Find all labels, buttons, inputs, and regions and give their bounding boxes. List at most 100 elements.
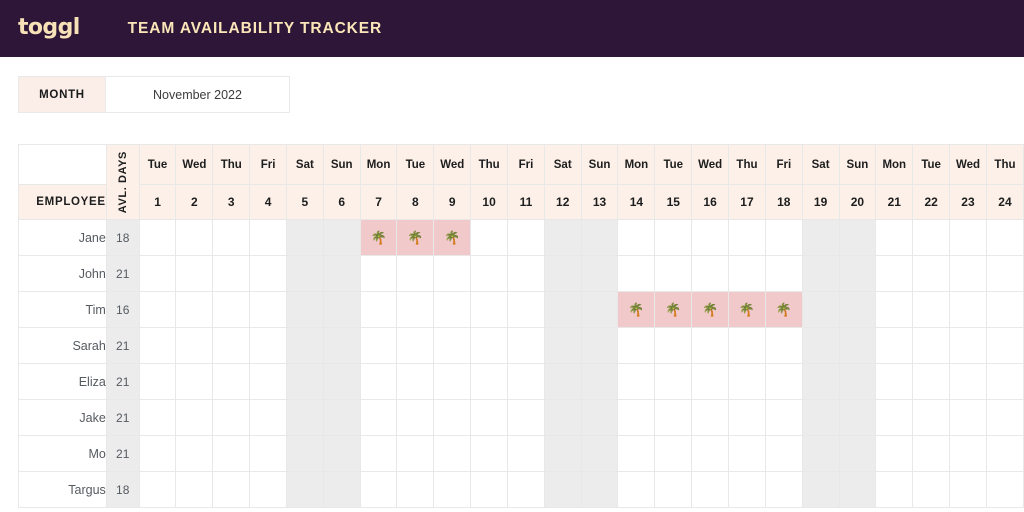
day-cell[interactable] [764, 435, 803, 472]
day-cell[interactable] [175, 471, 214, 508]
day-cell[interactable] [249, 435, 287, 472]
day-cell[interactable] [728, 363, 766, 400]
day-cell[interactable] [654, 435, 693, 472]
day-cell[interactable] [875, 327, 914, 364]
day-cell[interactable] [949, 435, 987, 472]
day-cell[interactable] [949, 399, 987, 436]
day-cell[interactable] [949, 327, 987, 364]
day-cell[interactable] [212, 471, 251, 508]
day-cell[interactable] [175, 327, 214, 364]
day-cell[interactable] [543, 255, 582, 292]
employee-name-cell[interactable]: John [18, 255, 107, 292]
day-cell[interactable] [212, 327, 251, 364]
day-cell[interactable] [691, 471, 730, 508]
day-cell[interactable] [543, 291, 582, 328]
day-cell[interactable] [617, 327, 656, 364]
day-cell[interactable] [985, 471, 1024, 508]
day-cell[interactable] [691, 327, 730, 364]
day-cell[interactable] [396, 291, 435, 328]
day-cell[interactable] [359, 399, 398, 436]
day-cell[interactable] [396, 435, 435, 472]
day-cell[interactable] [691, 435, 730, 472]
day-cell[interactable] [507, 399, 545, 436]
day-cell[interactable] [249, 399, 287, 436]
day-cell[interactable] [580, 435, 619, 472]
day-cell[interactable] [359, 291, 398, 328]
day-cell[interactable] [433, 435, 472, 472]
day-cell[interactable] [801, 471, 840, 508]
day-cell[interactable] [617, 399, 656, 436]
day-cell[interactable] [617, 219, 656, 256]
day-cell[interactable] [801, 291, 840, 328]
day-cell[interactable] [433, 471, 472, 508]
day-cell[interactable] [838, 399, 877, 436]
day-cell[interactable] [580, 399, 619, 436]
day-cell[interactable] [212, 291, 251, 328]
day-cell[interactable] [138, 435, 177, 472]
day-cell[interactable] [285, 399, 324, 436]
day-cell[interactable] [728, 327, 766, 364]
day-cell[interactable] [912, 327, 951, 364]
day-cell[interactable] [138, 471, 177, 508]
day-cell[interactable] [949, 291, 987, 328]
day-cell[interactable] [580, 255, 619, 292]
day-cell[interactable] [433, 363, 472, 400]
day-cell[interactable] [138, 219, 177, 256]
day-cell[interactable] [322, 255, 361, 292]
day-cell[interactable] [912, 363, 951, 400]
employee-name-cell[interactable]: Jane [18, 219, 107, 256]
day-cell[interactable] [617, 363, 656, 400]
day-cell[interactable] [138, 363, 177, 400]
day-cell[interactable] [985, 363, 1024, 400]
day-cell[interactable] [728, 399, 766, 436]
day-cell[interactable] [322, 219, 361, 256]
day-cell[interactable] [433, 399, 472, 436]
day-cell[interactable] [985, 327, 1024, 364]
day-cell[interactable] [285, 435, 324, 472]
day-cell[interactable] [801, 435, 840, 472]
day-cell[interactable] [285, 255, 324, 292]
day-cell[interactable] [212, 255, 251, 292]
day-cell[interactable] [138, 291, 177, 328]
day-cell[interactable] [912, 219, 951, 256]
day-cell[interactable] [801, 219, 840, 256]
day-cell[interactable] [580, 219, 619, 256]
day-cell[interactable] [249, 471, 287, 508]
day-cell[interactable] [875, 471, 914, 508]
day-cell[interactable] [470, 435, 509, 472]
day-cell[interactable] [691, 363, 730, 400]
day-cell[interactable] [470, 219, 509, 256]
day-cell[interactable] [654, 219, 693, 256]
day-cell[interactable] [543, 399, 582, 436]
vacation-day-cell[interactable]: 🌴 [617, 291, 656, 328]
day-cell[interactable] [396, 255, 435, 292]
day-cell[interactable] [875, 399, 914, 436]
day-cell[interactable] [691, 219, 730, 256]
employee-name-cell[interactable]: Sarah [18, 327, 107, 364]
day-cell[interactable] [322, 327, 361, 364]
day-cell[interactable] [654, 399, 693, 436]
day-cell[interactable] [801, 399, 840, 436]
day-cell[interactable] [543, 219, 582, 256]
day-cell[interactable] [507, 471, 545, 508]
day-cell[interactable] [543, 363, 582, 400]
day-cell[interactable] [838, 471, 877, 508]
day-cell[interactable] [470, 327, 509, 364]
day-cell[interactable] [580, 471, 619, 508]
day-cell[interactable] [985, 399, 1024, 436]
day-cell[interactable] [985, 291, 1024, 328]
day-cell[interactable] [875, 363, 914, 400]
day-cell[interactable] [617, 471, 656, 508]
day-cell[interactable] [654, 471, 693, 508]
day-cell[interactable] [691, 399, 730, 436]
day-cell[interactable] [912, 471, 951, 508]
day-cell[interactable] [543, 471, 582, 508]
day-cell[interactable] [470, 363, 509, 400]
day-cell[interactable] [433, 291, 472, 328]
day-cell[interactable] [728, 255, 766, 292]
day-cell[interactable] [949, 363, 987, 400]
day-cell[interactable] [801, 255, 840, 292]
day-cell[interactable] [764, 399, 803, 436]
day-cell[interactable] [285, 291, 324, 328]
day-cell[interactable] [543, 327, 582, 364]
